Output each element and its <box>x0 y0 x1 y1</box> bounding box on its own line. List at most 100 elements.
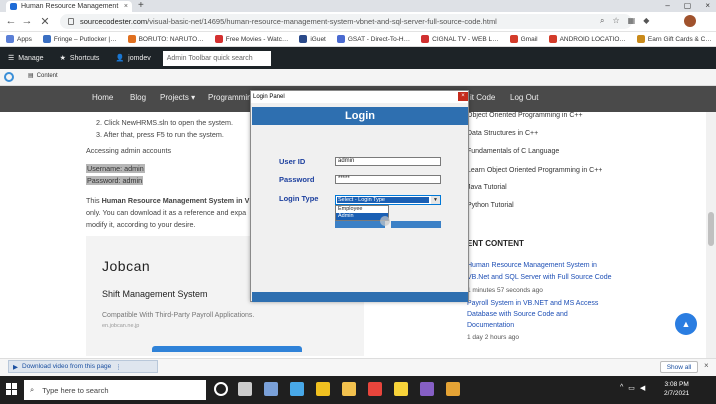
recent-link-2-line-3[interactable]: Documentation <box>467 322 514 329</box>
admin-search-input[interactable]: Admin Toolbar quick search <box>162 50 271 66</box>
download-bar-close-icon[interactable]: × <box>704 361 709 370</box>
bookmark-item[interactable]: BORUTO: NARUTO… <box>127 35 204 43</box>
bookmark-item[interactable]: GSAT - Direct-To-H… <box>336 35 410 43</box>
login-type-select[interactable]: Select - Login Type ▼ <box>335 195 441 205</box>
browser-tab[interactable]: Human Resource Management S × <box>6 1 132 12</box>
mouse-cursor <box>380 216 390 226</box>
dialog-close-button[interactable]: × <box>458 92 468 101</box>
download-video-chip[interactable]: ▶ Download video from this page ⋮ <box>8 360 158 373</box>
option-employee[interactable]: Employee <box>336 206 388 213</box>
sidebar-link-6[interactable]: Python Tutorial <box>467 202 514 209</box>
page-scrollbar[interactable] <box>706 112 716 358</box>
bookmark-item[interactable]: Fringe – Putlocker |… <box>42 35 117 43</box>
cancel-button[interactable] <box>391 221 441 228</box>
maximize-button[interactable]: ▢ <box>684 0 692 11</box>
forward-arrow-icon[interactable]: → <box>20 15 34 27</box>
dialog-footer <box>252 292 468 302</box>
stop-loading-icon[interactable]: ✕ <box>38 15 52 28</box>
user-menu[interactable]: 👤 jomdev <box>107 47 158 69</box>
back-arrow-icon[interactable]: ← <box>4 15 18 27</box>
chip-menu-icon[interactable]: ⋮ <box>115 363 122 371</box>
bookmark-label: Free Movies - Watc… <box>225 35 289 43</box>
sticky-app-icon[interactable] <box>316 382 330 396</box>
download-chip-label: Download video from this page <box>22 363 112 370</box>
task-view-icon[interactable] <box>238 382 252 396</box>
drupal-logo-icon[interactable] <box>4 72 14 82</box>
bookmark-item[interactable]: ANDROID LOCATIO… <box>548 35 626 43</box>
content-tab[interactable]: ▤ Content <box>28 72 58 80</box>
bookmark-item[interactable]: CIGNAL TV - WEB L… <box>421 35 499 43</box>
bookmark-favicon-icon <box>421 35 430 43</box>
bookmark-star-icon[interactable]: ☆ <box>612 16 619 26</box>
bookmarks-bar: Apps Fringe – Putlocker |… BORUTO: NARUTO…… <box>0 32 716 47</box>
file-explorer-icon[interactable] <box>264 382 278 396</box>
extension-icon-2[interactable]: ◆ <box>643 16 649 26</box>
visual-studio-icon[interactable] <box>420 382 434 396</box>
download-bar: ▶ Download video from this page ⋮ Show a… <box>0 358 716 376</box>
bookmark-item[interactable]: iGuet <box>299 35 326 43</box>
show-all-button[interactable]: Show all <box>660 361 698 373</box>
ad-cta-button[interactable] <box>152 346 302 352</box>
ad-description: Compatible With Third-Party Payroll Appl… <box>102 312 255 319</box>
bookmark-label: CIGNAL TV - WEB L… <box>432 35 499 43</box>
address-bar[interactable]: sourcecodester.com/visual-basic-net/1469… <box>60 14 632 29</box>
ad-subtitle: Shift Management System <box>102 289 208 299</box>
bookmark-item[interactable]: Free Movies - Watc… <box>214 35 289 43</box>
nav-blog[interactable]: Blog <box>130 93 146 102</box>
para-pre: This <box>86 196 102 205</box>
sidebar-link-5[interactable]: Java Tutorial <box>467 184 507 191</box>
network-icon[interactable]: ▭ <box>628 384 635 392</box>
extension-icon[interactable]: ▦ <box>628 16 636 26</box>
vb-app-icon[interactable] <box>446 382 460 396</box>
bookmark-item[interactable]: Apps <box>6 35 32 43</box>
nav-home[interactable]: Home <box>92 93 113 102</box>
sidebar-link-1[interactable]: Object Oriented Programming in C++ <box>467 112 583 119</box>
password-input[interactable]: ***** <box>335 175 441 184</box>
recent-link-1-line-2[interactable]: VB.Net and SQL Server with Full Source C… <box>467 274 611 281</box>
profile-avatar[interactable] <box>684 15 696 27</box>
sidebar-link-3[interactable]: Fundamentals of C Language <box>467 148 559 155</box>
chrome-icon[interactable] <box>368 382 382 396</box>
new-tab-button[interactable]: + <box>138 0 144 12</box>
windows-start-icon[interactable] <box>6 383 18 395</box>
scrollbar-thumb[interactable] <box>708 212 714 246</box>
manage-menu[interactable]: ☰ Manage <box>0 47 52 69</box>
content-tab-label: Content <box>36 72 58 79</box>
chevron-down-icon[interactable]: ▼ <box>431 196 440 204</box>
recent-link-2-line-1[interactable]: Payroll System in VB.NET and MS Access <box>467 300 598 307</box>
taskbar-search[interactable]: ⌕ Type here to search <box>24 380 206 400</box>
url-host: sourcecodester.com <box>80 17 148 26</box>
video-download-icon: ▶ <box>13 363 18 371</box>
login-button[interactable] <box>335 221 385 228</box>
nav-programming[interactable]: Programming <box>208 93 256 102</box>
scroll-up-button[interactable]: ▲ <box>675 313 697 335</box>
nav-logout[interactable]: Log Out <box>510 93 538 102</box>
admin-subbar: ▤ Content <box>0 69 716 86</box>
minimize-button[interactable]: – <box>665 0 669 11</box>
shortcuts-label: Shortcuts <box>69 54 100 62</box>
taskbar-clock[interactable]: 3:08 PM 2/7/2021 <box>664 380 689 398</box>
cortana-icon[interactable] <box>214 382 228 396</box>
tray-chevron-icon[interactable]: ^ <box>620 384 623 392</box>
cloud-app-icon[interactable] <box>290 382 304 396</box>
recent-link-1-line-1[interactable]: Human Resource Management System in <box>467 262 597 269</box>
bookmark-item[interactable]: Earn Gift Cards & C… <box>636 35 712 43</box>
recent-link-2-line-2[interactable]: Database with Source Code and <box>467 311 568 318</box>
arrow-up-icon: ▲ <box>681 319 691 329</box>
zoom-icon[interactable]: ⌕ <box>600 16 604 26</box>
volume-icon[interactable]: ◀ <box>640 384 645 392</box>
user-id-input[interactable]: admin <box>335 157 441 166</box>
bookmark-favicon-icon <box>636 35 645 43</box>
folder-icon[interactable] <box>342 382 356 396</box>
bookmark-item[interactable]: Gmail <box>509 35 538 43</box>
para-bold: Human Resource Management System in V <box>101 196 250 205</box>
tab-close-icon[interactable]: × <box>124 3 128 10</box>
nav-submit-code[interactable]: it Code <box>470 93 495 102</box>
close-window-button[interactable]: × <box>705 0 710 11</box>
sidebar-link-4[interactable]: Learn Object Oriented Programming in C++ <box>467 167 602 174</box>
sidebar-link-2[interactable]: Data Structures in C++ <box>467 130 538 137</box>
notes-icon[interactable] <box>394 382 408 396</box>
shortcuts-menu[interactable]: ★ Shortcuts <box>52 47 108 69</box>
bookmark-label: Gmail <box>520 35 538 43</box>
nav-projects[interactable]: Projects ▾ <box>160 93 195 102</box>
